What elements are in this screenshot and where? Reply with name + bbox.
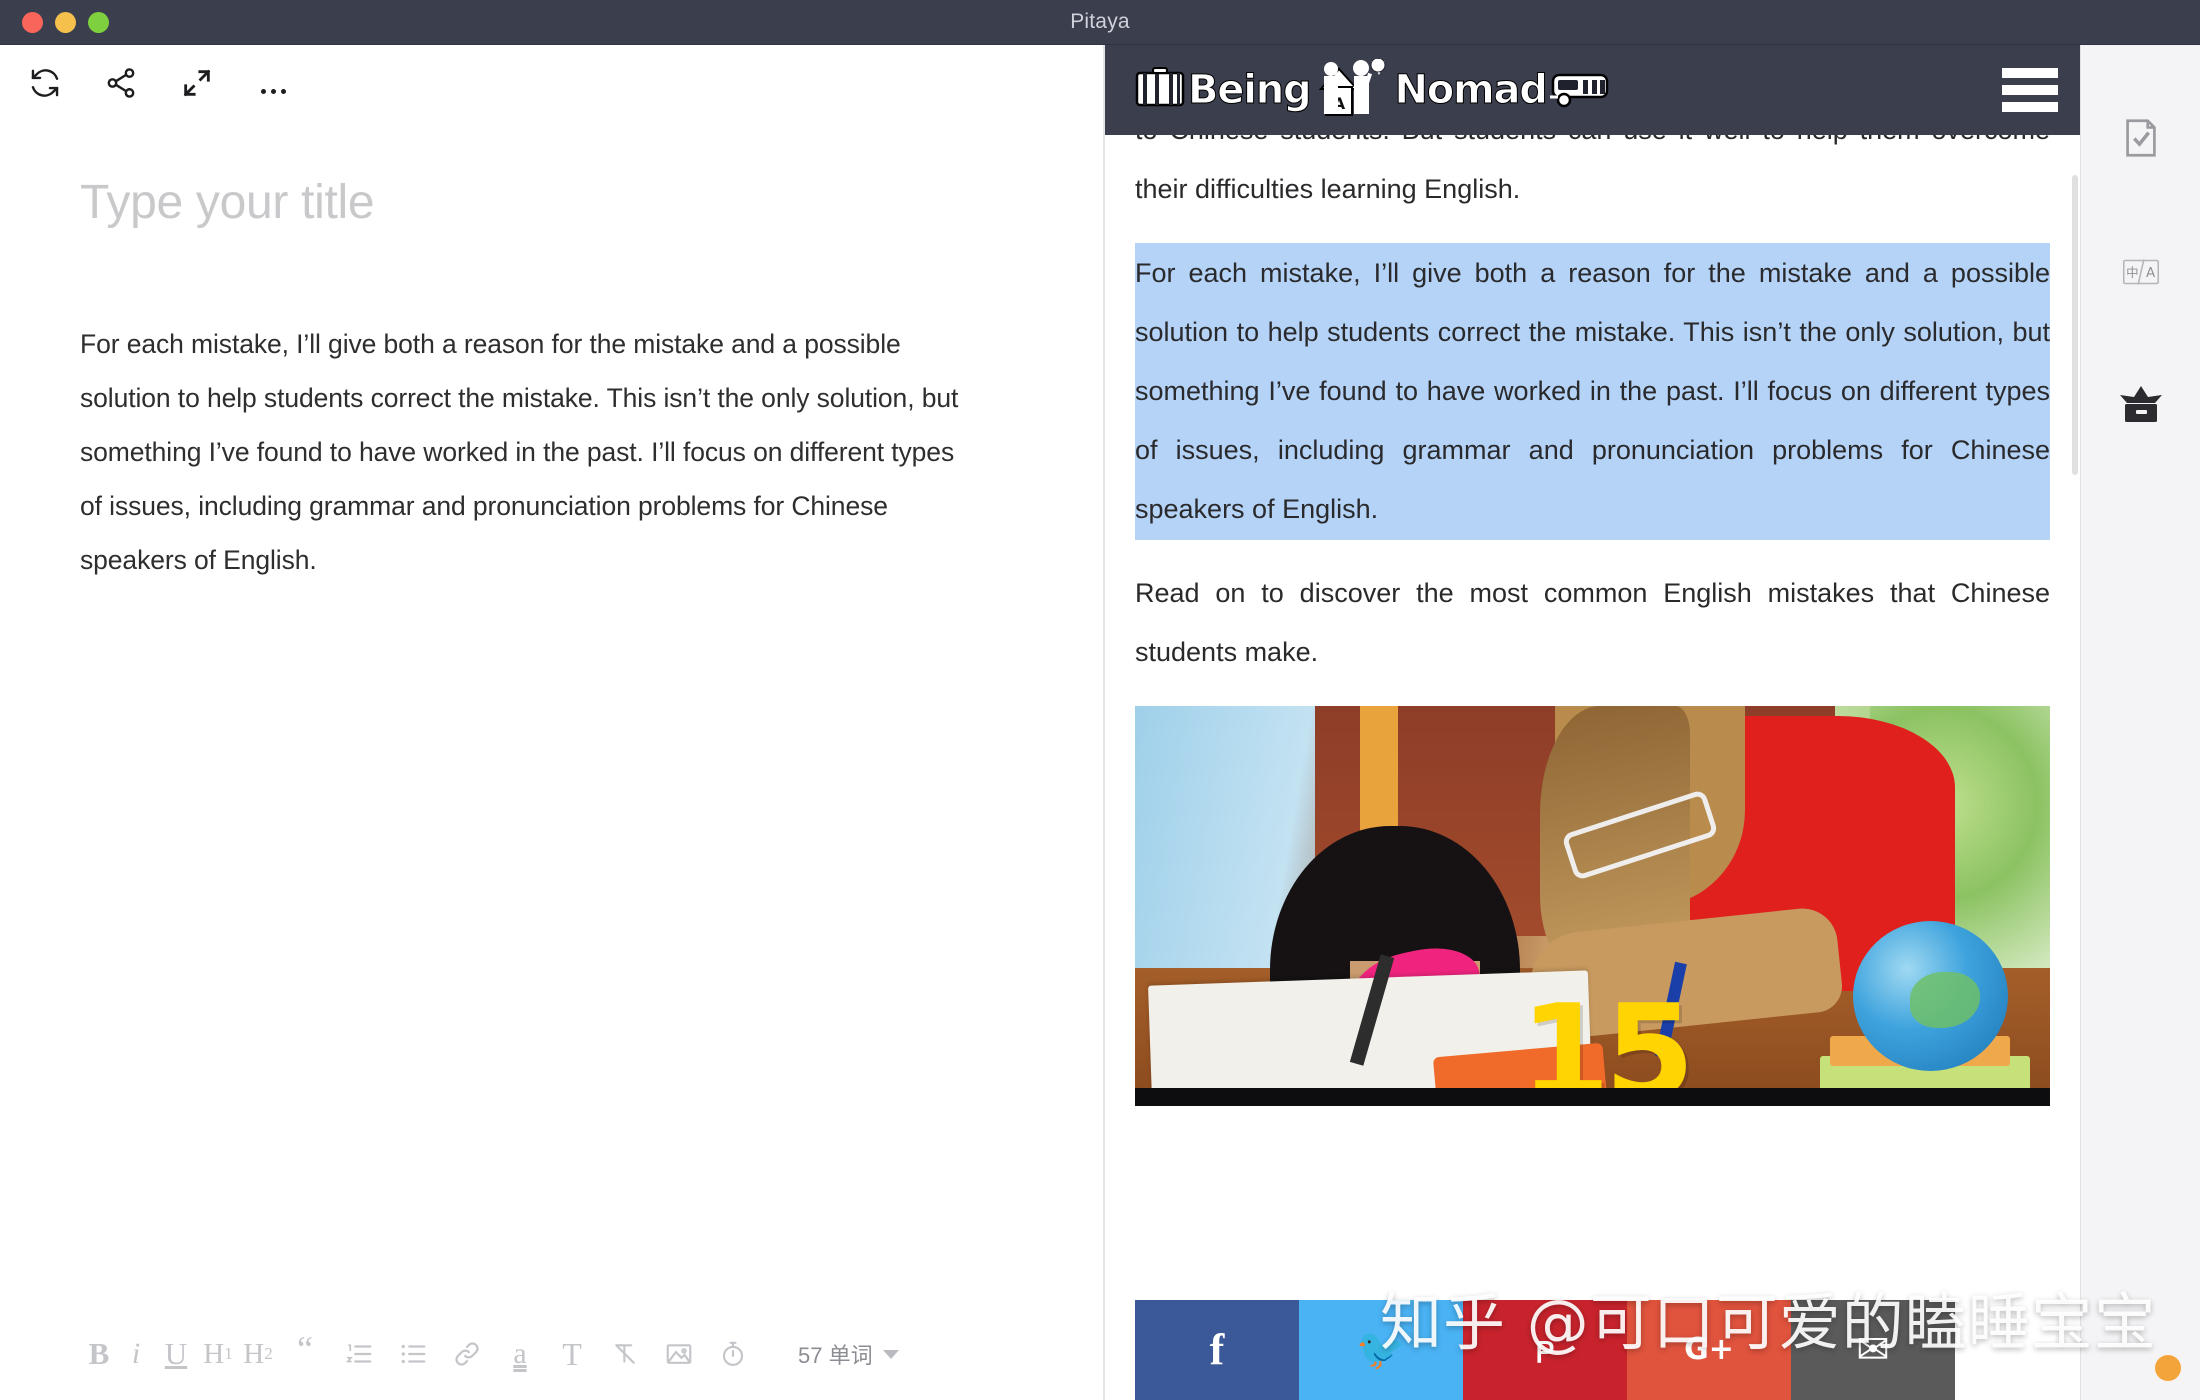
preview-scrollbar[interactable] xyxy=(2072,175,2078,475)
svg-text:中: 中 xyxy=(2126,265,2138,280)
share-googleplus-button[interactable]: G+ xyxy=(1627,1300,1791,1400)
editor-toolbar xyxy=(0,45,1103,120)
twitter-icon: 🐦 xyxy=(1356,1327,1406,1373)
highlight-button[interactable]: a xyxy=(494,1329,546,1379)
h1-letter: H xyxy=(203,1337,225,1370)
clear-format-icon[interactable] xyxy=(598,1329,652,1379)
hamburger-bar-3 xyxy=(2002,102,2058,112)
heading2-button[interactable]: H2 xyxy=(238,1329,278,1379)
chevron-down-icon xyxy=(882,1349,899,1359)
article-content: to Chinese students. But students can us… xyxy=(1105,45,2080,1106)
share-icon[interactable] xyxy=(102,64,140,102)
fullscreen-icon[interactable] xyxy=(178,64,216,102)
site-logo[interactable]: Being A Nomad xyxy=(1135,57,1612,122)
h1-sub: 1 xyxy=(224,1344,233,1363)
photo-bottom-bar xyxy=(1135,1088,2050,1106)
share-twitter-button[interactable]: 🐦 xyxy=(1299,1300,1463,1400)
minimize-button[interactable] xyxy=(55,11,76,33)
italic-button[interactable]: i xyxy=(118,1329,154,1379)
h2-letter: H xyxy=(243,1337,265,1370)
archive-icon[interactable] xyxy=(2110,375,2172,437)
hamburger-bar-2 xyxy=(2002,85,2058,95)
window-titlebar: Pitaya xyxy=(0,0,2200,45)
article-paragraph-readon: Read on to discover the most common Engl… xyxy=(1135,578,2050,667)
document-title-input[interactable]: Type your title xyxy=(80,175,375,230)
right-sidebar-rail: 中 A xyxy=(2080,45,2200,1400)
facebook-icon: f xyxy=(1209,1325,1225,1374)
photo-overlay-number: 15 xyxy=(1520,976,1695,1106)
caravan-icon xyxy=(1549,67,1612,114)
article-paragraph-selected[interactable]: For each mistake, I’ll give both a reaso… xyxy=(1135,243,2050,540)
timer-icon[interactable] xyxy=(706,1329,760,1379)
social-share-bar: f 🐦 ᴘ G+ ✉ xyxy=(1135,1300,1955,1400)
window-title: Pitaya xyxy=(1070,10,1130,33)
share-facebook-button[interactable]: f xyxy=(1135,1300,1299,1400)
image-icon[interactable] xyxy=(652,1329,706,1379)
svg-text:A: A xyxy=(2145,266,2155,281)
translate-icon[interactable]: 中 A xyxy=(2110,241,2172,303)
pinterest-icon: ᴘ xyxy=(1534,1327,1556,1373)
email-icon: ✉ xyxy=(1856,1327,1890,1373)
document-body[interactable]: For each mistake, I’ll give both a reaso… xyxy=(80,317,980,587)
bold-button[interactable]: B xyxy=(80,1329,118,1379)
bullet-list-icon[interactable] xyxy=(386,1329,440,1379)
format-toolbar: B i U H1 H2 “ a T 57 单词 xyxy=(0,1308,1103,1400)
document-paragraph[interactable]: For each mistake, I’ll give both a reaso… xyxy=(80,317,980,587)
brand-being-text: Being xyxy=(1187,67,1312,113)
hamburger-bar-1 xyxy=(2002,68,2058,78)
word-count-label: 57 单词 xyxy=(798,1343,873,1368)
ordered-list-icon[interactable] xyxy=(332,1329,386,1379)
watermark-dot xyxy=(2155,1355,2181,1381)
googleplus-icon: G+ xyxy=(1684,1332,1734,1367)
sync-icon[interactable] xyxy=(26,64,64,102)
hamburger-menu-icon[interactable] xyxy=(2002,68,2058,112)
word-count-selector[interactable]: 57 单词 xyxy=(798,1338,899,1370)
text-style-button[interactable]: T xyxy=(546,1329,598,1379)
close-button[interactable] xyxy=(22,11,43,33)
brand-nomad-text: Nomad xyxy=(1394,67,1548,113)
traffic-lights xyxy=(22,11,109,33)
underline-button[interactable]: U xyxy=(154,1329,198,1379)
site-header: Being A Nomad xyxy=(1105,45,2080,135)
family-house-icon: A xyxy=(1313,57,1391,122)
selected-text: For each mistake, I’ll give both a reaso… xyxy=(1135,258,2050,524)
link-icon[interactable] xyxy=(440,1329,494,1379)
app-window: Pitaya Type your title For each mistake,… xyxy=(0,0,2200,1400)
heading1-button[interactable]: H1 xyxy=(198,1329,238,1379)
suitcase-icon xyxy=(1135,66,1185,114)
blockquote-button[interactable]: “ xyxy=(278,1329,332,1379)
share-pinterest-button[interactable]: ᴘ xyxy=(1463,1300,1627,1400)
more-options-icon[interactable] xyxy=(254,64,292,102)
editor-pane: Type your title For each mistake, I’ll g… xyxy=(0,45,1103,1400)
web-preview-pane: to Chinese students. But students can us… xyxy=(1105,45,2080,1400)
maximize-button[interactable] xyxy=(88,11,109,33)
share-email-button[interactable]: ✉ xyxy=(1791,1300,1955,1400)
proofread-icon[interactable] xyxy=(2110,107,2172,169)
article-photo: 15 xyxy=(1135,706,2050,1106)
clipped-line-3: English. xyxy=(1424,174,1521,204)
h2-sub: 2 xyxy=(264,1344,273,1363)
